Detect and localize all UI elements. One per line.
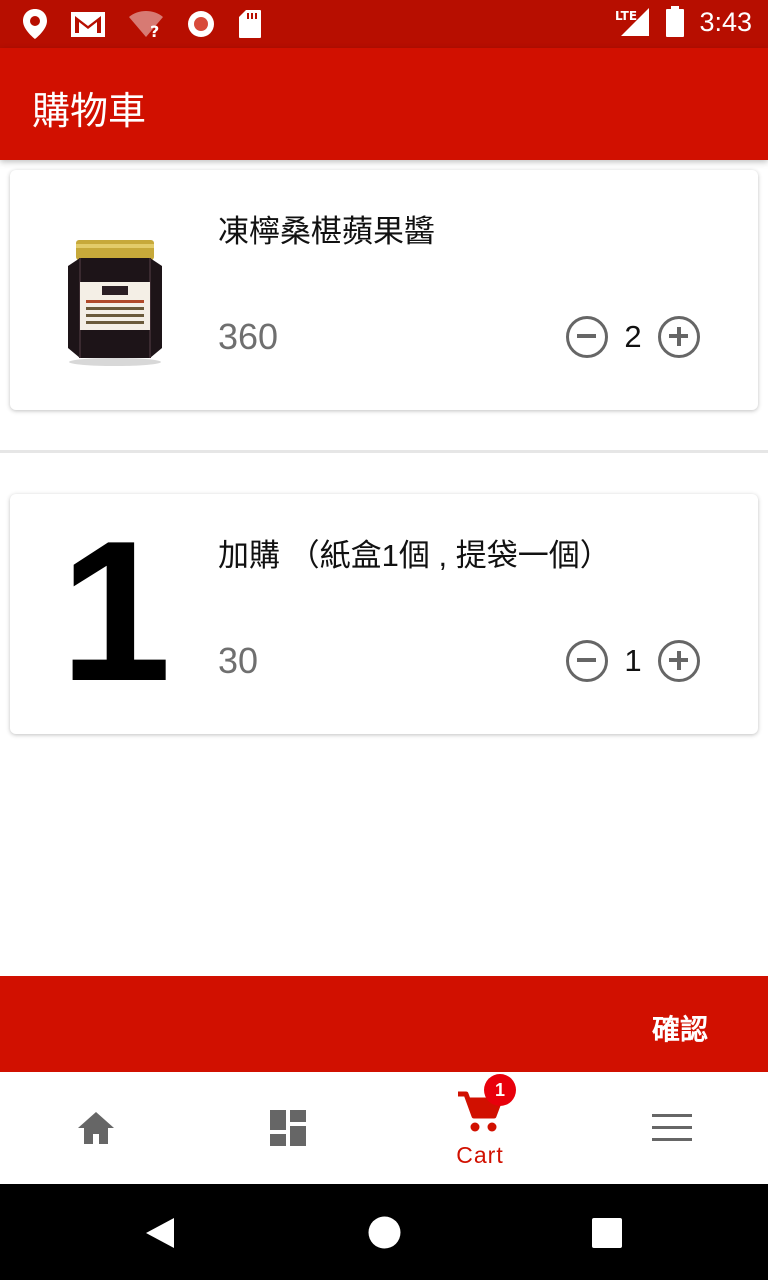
system-nav-bar — [0, 1184, 768, 1280]
confirm-bar: 確認 — [0, 976, 768, 1072]
quantity-stepper: 2 — [566, 316, 700, 358]
lte-signal-icon: LTE — [615, 8, 650, 36]
nav-dashboard[interactable] — [192, 1072, 384, 1184]
confirm-button[interactable]: 確認 — [652, 1008, 708, 1048]
status-icons-right: LTE 3:43 — [613, 6, 752, 38]
location-icon — [23, 9, 47, 39]
back-icon[interactable] — [144, 1216, 176, 1250]
item-name: 凍檸桑椹蘋果醬 — [218, 214, 435, 249]
record-icon — [188, 11, 214, 37]
increase-quantity-button[interactable] — [658, 316, 700, 358]
quantity-value: 1 — [624, 643, 642, 678]
item-price: 360 — [218, 316, 279, 357]
status-icons-left: ? — [22, 8, 262, 40]
quantity-stepper: 1 — [566, 640, 700, 682]
svg-text:?: ? — [150, 22, 159, 39]
item-thumbnail-number: 1 — [60, 500, 172, 723]
sdcard-icon — [239, 10, 261, 38]
cart-item-card[interactable]: 凍檸桑椹蘋果醬 360 2 — [10, 170, 758, 410]
cart-count-badge: 1 — [484, 1074, 516, 1106]
home-icon — [78, 1112, 114, 1144]
nav-cart[interactable]: 1 Cart — [384, 1072, 576, 1184]
nav-cart-label: Cart — [456, 1142, 504, 1168]
dashboard-icon — [270, 1110, 306, 1146]
page-title: 購物車 — [32, 91, 147, 133]
menu-icon — [652, 1114, 692, 1141]
nav-home[interactable] — [0, 1072, 192, 1184]
decrease-quantity-button[interactable] — [566, 316, 608, 358]
nav-menu[interactable] — [576, 1072, 768, 1184]
gmail-icon — [71, 12, 105, 37]
battery-icon — [666, 6, 685, 37]
app-bar: 購物車 — [0, 48, 768, 160]
cart-item-card[interactable]: 1 加購 （紙盒1個 , 提袋一個） 30 1 — [10, 494, 758, 734]
wifi-question-icon: ? — [129, 11, 163, 39]
clock: 3:43 — [699, 6, 752, 37]
item-price: 30 — [218, 640, 259, 681]
network-label: LTE — [615, 9, 637, 23]
status-bar: ? LTE 3:43 — [0, 0, 768, 48]
home-circle-icon[interactable] — [368, 1216, 401, 1249]
section-divider — [0, 450, 768, 453]
decrease-quantity-button[interactable] — [566, 640, 608, 682]
jam-jar-image — [68, 240, 162, 366]
bottom-nav: 1 Cart — [0, 1072, 768, 1184]
increase-quantity-button[interactable] — [658, 640, 700, 682]
quantity-value: 2 — [624, 319, 642, 354]
recents-icon[interactable] — [592, 1218, 622, 1248]
item-name: 加購 （紙盒1個 , 提袋一個） — [218, 538, 611, 573]
